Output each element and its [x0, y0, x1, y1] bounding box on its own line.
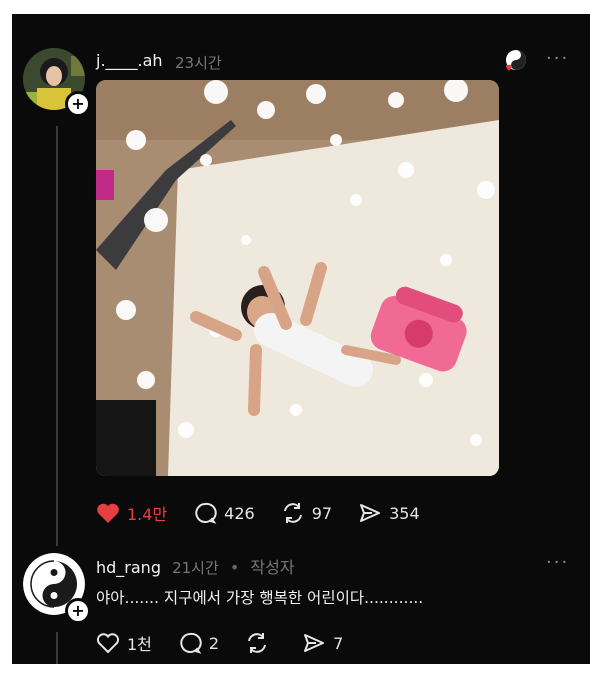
share-button[interactable]: 354	[358, 501, 420, 525]
heart-icon	[97, 503, 119, 523]
post-actions: 1.4만 426 97 354	[96, 501, 446, 525]
reply-more-icon[interactable]: ···	[546, 552, 569, 573]
share-count: 354	[389, 503, 420, 523]
reply-like-count: 1천	[127, 635, 152, 654]
post-time: 23시간	[175, 54, 222, 72]
comment-icon	[180, 632, 202, 654]
threads-feed: + j.____.ah 23시간 ··· 1.4만 426 97 354 + h…	[12, 14, 590, 664]
separator-dot: •	[229, 558, 240, 577]
share-icon	[304, 634, 325, 652]
reply-share-button[interactable]: 7	[302, 631, 343, 655]
reply: + hd_rang 21시간 • 작성자 ··· 야아....... 지구에서 …	[12, 546, 590, 664]
thread-line	[56, 126, 58, 546]
follow-plus-icon[interactable]: +	[65, 91, 91, 117]
reply-text: 야아....... 지구에서 가장 행복한 어린이다............	[96, 589, 424, 607]
reply-like-button[interactable]: 1천	[96, 631, 152, 655]
reply-share-count: 7	[333, 633, 344, 653]
repost-icon	[283, 503, 302, 523]
comment-button[interactable]: 426	[193, 501, 255, 525]
comment-icon	[195, 502, 217, 524]
heart-icon	[96, 633, 120, 654]
reply-repost-button[interactable]	[245, 631, 276, 655]
author-badge: 작성자	[250, 558, 295, 577]
like-count: 1.4만	[127, 505, 168, 524]
reply-username-text[interactable]: hd_rang	[96, 558, 161, 577]
reply-actions: 1천 2 7	[96, 631, 369, 655]
post: + j.____.ah 23시간 ··· 1.4만 426 97 354	[12, 14, 590, 546]
reply-comment-count: 2	[208, 633, 220, 653]
repost-count: 97	[311, 503, 333, 523]
post-more-icon[interactable]: ···	[546, 48, 569, 69]
share-icon	[360, 504, 381, 522]
profile-badge-icon[interactable]	[502, 48, 528, 74]
reply-time: 21시간	[172, 559, 219, 577]
reply-thread-line	[56, 632, 58, 664]
like-button[interactable]: 1.4만	[96, 501, 167, 525]
comment-count: 426	[224, 503, 255, 523]
post-username[interactable]: j.____.ah	[96, 51, 163, 70]
reply-username: hd_rang 21시간 • 작성자	[96, 554, 295, 578]
follow-plus-icon[interactable]: +	[65, 598, 91, 624]
repost-icon	[248, 633, 267, 653]
photo-image	[96, 80, 499, 476]
post-photo[interactable]	[96, 80, 499, 476]
repost-button[interactable]: 97	[281, 501, 332, 525]
reply-comment-button[interactable]: 2	[178, 631, 219, 655]
